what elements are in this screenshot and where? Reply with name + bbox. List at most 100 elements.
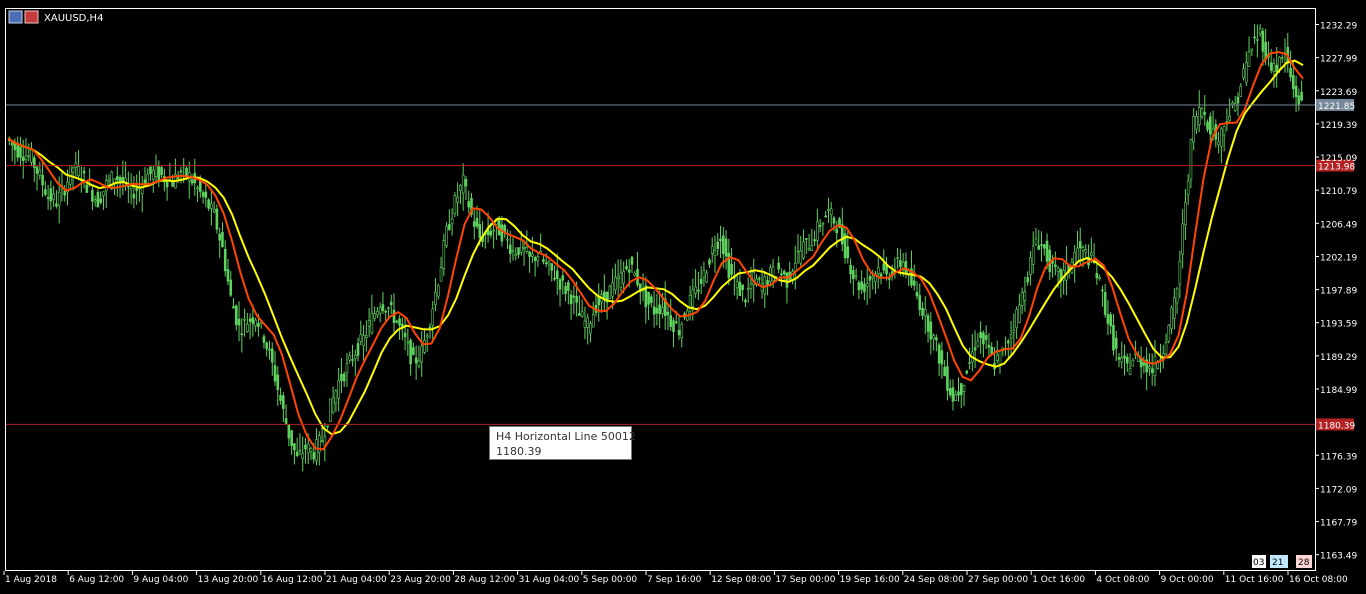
candle-body	[290, 430, 293, 446]
time-tick-label: 19 Sep 16:00	[840, 575, 900, 585]
candle-body	[351, 359, 354, 361]
candle-body	[650, 296, 653, 303]
candle-body	[442, 240, 446, 269]
candle-body	[1203, 112, 1207, 115]
candle-body	[1167, 324, 1171, 342]
candle-body	[1261, 30, 1265, 52]
chart-background	[0, 0, 1366, 594]
price-chart[interactable]: 1221.85 1213.98 1180.39 1232.29 1227.99 1223…	[0, 0, 1366, 594]
candle-body	[691, 289, 695, 307]
candle-body	[597, 296, 601, 306]
candle-body	[417, 360, 421, 367]
candle-body	[1103, 292, 1107, 315]
candle-body	[835, 228, 839, 234]
candle-body	[998, 351, 1002, 366]
candle-body	[301, 452, 304, 459]
candle-body	[99, 198, 102, 203]
candle-body	[176, 177, 180, 179]
candle-body	[218, 233, 221, 241]
candle-body	[1123, 355, 1126, 359]
price-tick-label: 1172.09	[1320, 485, 1357, 495]
candle-body	[708, 259, 711, 265]
candle-body	[185, 167, 188, 177]
candle-body	[1117, 357, 1121, 360]
candle-body	[1278, 56, 1281, 70]
candle-body	[553, 277, 556, 280]
candle-body	[979, 332, 982, 339]
price-tick-label: 1184.99	[1320, 386, 1357, 396]
candle-body	[497, 217, 501, 236]
time-tick-label: 28 Aug 12:00	[454, 575, 515, 585]
candle-body	[179, 170, 183, 173]
candle-body	[882, 263, 886, 271]
candle-body	[306, 443, 310, 454]
candle-body	[777, 262, 780, 270]
candle-body	[340, 374, 343, 381]
candle-body	[251, 317, 255, 324]
price-tick-label: 1197.89	[1320, 287, 1357, 297]
candle-body	[583, 320, 587, 328]
candle-body	[1209, 116, 1212, 135]
hline-price-label: 1221.85	[1318, 102, 1355, 112]
candle-body	[827, 208, 830, 211]
candle-body	[293, 443, 296, 451]
candle-body	[1029, 257, 1032, 275]
candle-body	[229, 279, 233, 296]
window-menu-icon[interactable]	[8, 10, 23, 24]
candle-body	[107, 178, 111, 182]
candle-body	[165, 180, 169, 188]
candle-body	[899, 259, 902, 267]
candle-body	[1040, 244, 1043, 246]
candle-body	[1106, 314, 1110, 324]
candle-body	[694, 286, 697, 294]
candle-body	[1244, 62, 1248, 83]
candle-body	[268, 348, 271, 351]
candle-body	[154, 165, 158, 177]
candle-body	[1217, 141, 1220, 146]
symbol-icon[interactable]	[24, 10, 39, 24]
candle-body	[1084, 249, 1088, 253]
candle-body	[780, 273, 783, 276]
candle-body	[1037, 245, 1041, 250]
candle-body	[1009, 334, 1013, 339]
candle-body	[320, 440, 324, 443]
candle-body	[802, 241, 805, 259]
price-tick-label: 1167.79	[1320, 519, 1357, 529]
candle-body	[614, 277, 617, 291]
candle-body	[295, 451, 299, 456]
candle-body	[746, 288, 750, 291]
candle-body	[1253, 36, 1256, 39]
hline-price-label: 1180.39	[1318, 421, 1355, 431]
candle-body	[1128, 368, 1132, 375]
candle-body	[863, 284, 866, 293]
candle-body	[965, 370, 969, 374]
candle-body	[409, 339, 412, 365]
candle-body	[284, 418, 288, 425]
candle-body	[1153, 355, 1157, 377]
candle-body	[921, 308, 924, 316]
candle-body	[531, 253, 534, 257]
candle-body	[279, 395, 282, 401]
candle-body	[1228, 116, 1231, 121]
candle-body	[27, 155, 31, 158]
candle-body	[547, 261, 551, 265]
candle-body	[24, 155, 28, 160]
candle-body	[1023, 291, 1027, 301]
candle-body	[1178, 260, 1182, 285]
candle-body	[918, 295, 922, 310]
candle-body	[13, 143, 17, 151]
candle-body	[1239, 85, 1243, 97]
candle-body	[932, 335, 935, 340]
candle-body	[544, 262, 548, 265]
candle-body	[287, 424, 291, 439]
candle-body	[425, 335, 429, 338]
candle-body	[1200, 108, 1204, 117]
price-tick-label: 1176.39	[1320, 452, 1357, 462]
candle-body	[782, 270, 786, 275]
candle-body	[677, 330, 681, 336]
candle-body	[929, 321, 933, 340]
candle-body	[616, 276, 620, 279]
candle-body	[589, 323, 592, 334]
candle-body	[630, 256, 634, 265]
candle-body	[1250, 48, 1254, 51]
